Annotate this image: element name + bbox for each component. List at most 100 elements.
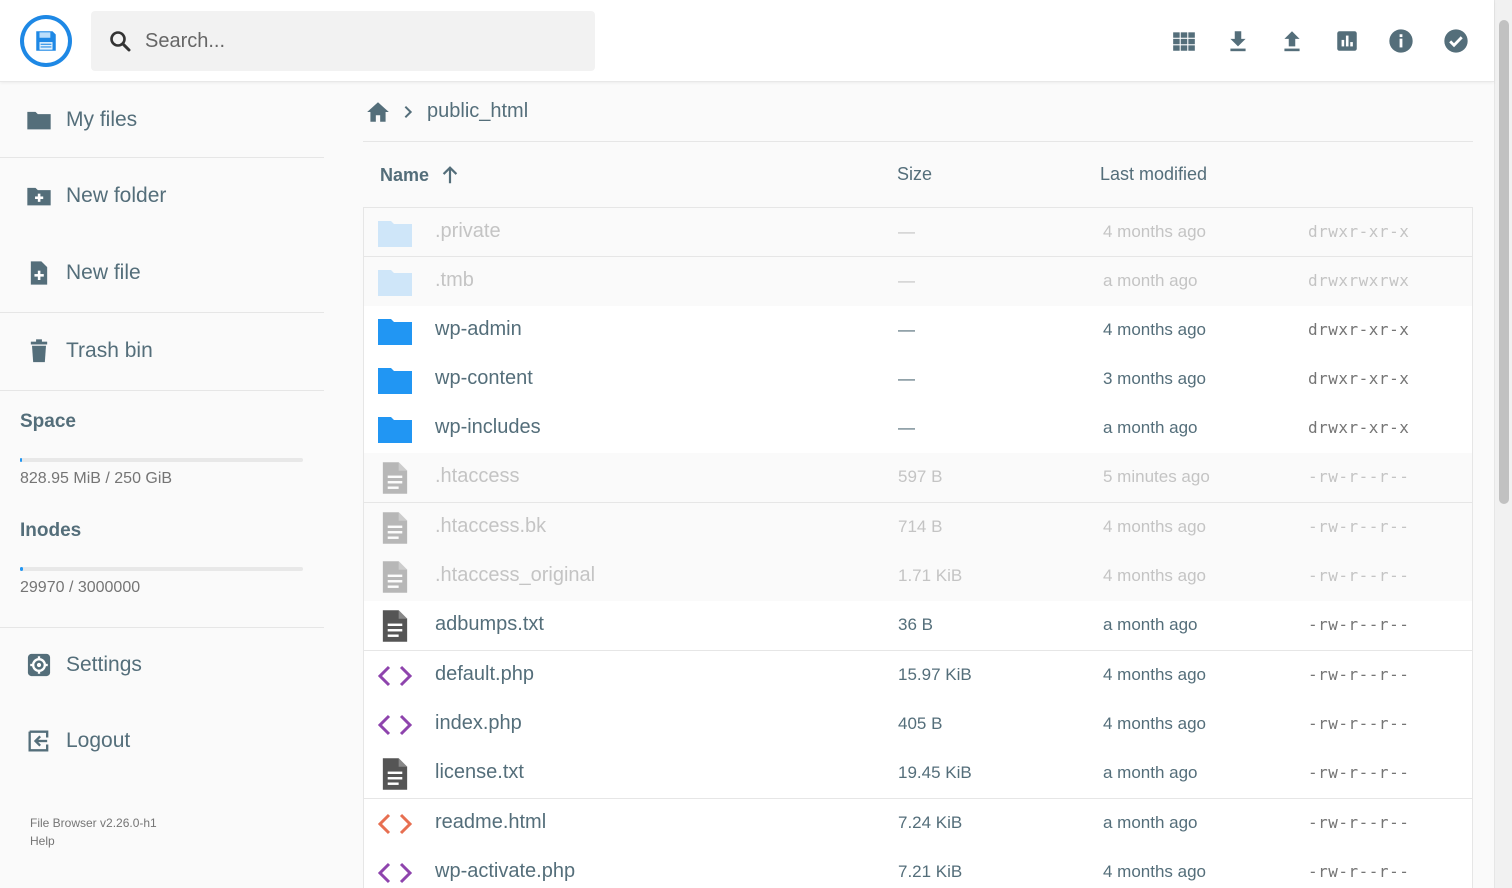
- file-row[interactable]: index.php 405 B 4 months ago -rw-r--r--: [363, 700, 1473, 750]
- space-progress-fill: [20, 458, 22, 462]
- text-file-icon: [377, 461, 413, 495]
- file-modified: 4 months ago: [1103, 517, 1207, 536]
- folder-icon: [377, 363, 413, 397]
- sidebar-item-my-files[interactable]: My files: [0, 82, 324, 158]
- file-size: 1.71 KiB: [898, 566, 963, 585]
- sidebar-item-trash-bin[interactable]: Trash bin: [0, 313, 324, 389]
- file-browser-logo[interactable]: [20, 15, 72, 67]
- info-button[interactable]: [1386, 26, 1416, 56]
- vertical-scrollbar[interactable]: [1494, 0, 1512, 888]
- file-permissions: drwxr-xr-x: [1308, 369, 1410, 388]
- logo-ring: [24, 19, 68, 63]
- file-name: license.txt: [435, 761, 524, 783]
- file-name: index.php: [435, 712, 522, 734]
- file-name: readme.html: [435, 811, 547, 833]
- file-permissions: -rw-r--r--: [1308, 862, 1410, 881]
- sidebar-item-label: Logout: [66, 729, 131, 752]
- code-file-icon: [377, 659, 413, 693]
- file-row[interactable]: wp-includes — a month ago drwxr-xr-x: [363, 404, 1473, 454]
- help-link[interactable]: Help: [30, 834, 55, 848]
- download-button[interactable]: [1223, 26, 1253, 56]
- folder-icon: [25, 106, 53, 134]
- file-permissions: -rw-r--r--: [1308, 714, 1410, 733]
- logout-icon: [25, 727, 53, 755]
- file-permissions: -rw-r--r--: [1308, 763, 1410, 782]
- search-box[interactable]: [91, 11, 595, 71]
- upload-button[interactable]: [1277, 26, 1307, 56]
- sidebar-item-label: New file: [66, 261, 141, 284]
- file-modified: a month ago: [1103, 763, 1198, 782]
- file-size: —: [898, 369, 915, 388]
- code-file-icon: [377, 807, 413, 841]
- file-row[interactable]: .private — 4 months ago drwxr-xr-x: [363, 207, 1473, 257]
- search-icon: [107, 28, 133, 54]
- bar-chart-icon: [1337, 31, 1357, 51]
- inodes-progress-fill: [20, 567, 23, 571]
- file-row[interactable]: default.php 15.97 KiB 4 months ago -rw-r--r…: [363, 651, 1473, 701]
- name-header-label: Name: [380, 164, 430, 185]
- file-row[interactable]: license.txt 19.45 KiB a month ago -rw-r--r-…: [363, 749, 1473, 799]
- file-modified: 4 months ago: [1103, 862, 1207, 881]
- text-file-icon: [377, 757, 413, 791]
- file-name: wp-admin: [435, 318, 522, 340]
- text-file-icon: [377, 609, 413, 643]
- grid-view-button[interactable]: [1169, 26, 1199, 56]
- folder-icon: [377, 265, 413, 299]
- app-header: [0, 0, 1494, 82]
- file-modified: a month ago: [1103, 813, 1198, 832]
- file-row[interactable]: .htaccess_original 1.71 KiB 4 months ago -r…: [363, 552, 1473, 602]
- sidebar-item-label: Trash bin: [66, 339, 153, 362]
- file-modified: a month ago: [1103, 271, 1198, 290]
- file-row[interactable]: readme.html 7.24 KiB a month ago -rw-r--r--: [363, 799, 1473, 849]
- modified-column-header[interactable]: Last modified: [1100, 164, 1207, 185]
- file-name: .htaccess_original: [435, 564, 596, 586]
- space-progress-bar: [20, 458, 303, 462]
- folder-icon: [377, 314, 413, 348]
- file-row[interactable]: .tmb — a month ago drwxrwxrwx: [363, 257, 1473, 307]
- select-multiple-button[interactable]: [1441, 26, 1471, 56]
- file-row[interactable]: wp-content — 3 months ago drwxr-xr-x: [363, 355, 1473, 405]
- file-row[interactable]: adbumps.txt 36 B a month ago -rw-r--r--: [363, 601, 1473, 651]
- file-size: —: [898, 418, 915, 437]
- floppy-disk-icon: [36, 31, 56, 51]
- disk-usage-button[interactable]: [1332, 26, 1362, 56]
- sidebar-item-new-file[interactable]: New file: [0, 235, 324, 311]
- version-text[interactable]: File Browser v2.26.0-h1: [30, 816, 157, 830]
- breadcrumb-current[interactable]: public_html: [427, 100, 528, 123]
- file-size: 7.21 KiB: [898, 862, 963, 881]
- file-name: adbumps.txt: [435, 613, 544, 635]
- file-row[interactable]: wp-admin — 4 months ago drwxr-xr-x: [363, 306, 1473, 356]
- inodes-progress-bar: [20, 567, 303, 571]
- sidebar-item-logout[interactable]: Logout: [0, 703, 324, 779]
- file-name: wp-content: [435, 367, 533, 389]
- file-permissions: drwxr-xr-x: [1308, 320, 1410, 339]
- sort-ascending-icon: [439, 164, 461, 186]
- file-row[interactable]: .htaccess.bk 714 B 4 months ago -rw-r--r--: [363, 503, 1473, 553]
- file-permissions: -rw-r--r--: [1308, 467, 1410, 486]
- file-permissions: -rw-r--r--: [1308, 566, 1410, 585]
- size-column-header[interactable]: Size: [897, 164, 932, 185]
- upload-icon: [1284, 31, 1300, 52]
- file-modified: 4 months ago: [1103, 714, 1207, 733]
- inodes-title: Inodes: [20, 520, 82, 541]
- file-name: .htaccess: [435, 465, 520, 487]
- sidebar-item-new-folder[interactable]: New folder: [0, 158, 324, 234]
- grid-view-icon: [1173, 32, 1195, 51]
- file-size: 19.45 KiB: [898, 763, 972, 782]
- space-value: 828.95 MiB / 250 GiB: [20, 470, 173, 487]
- search-input[interactable]: [145, 29, 565, 53]
- file-size: 7.24 KiB: [898, 813, 963, 832]
- file-row[interactable]: wp-activate.php 7.21 KiB 4 months ago -rw-r…: [363, 848, 1473, 888]
- sidebar-item-settings[interactable]: Settings: [0, 627, 324, 703]
- file-permissions: -rw-r--r--: [1308, 517, 1410, 536]
- code-file-icon: [377, 708, 413, 742]
- file-row[interactable]: .htaccess 597 B 5 minutes ago -rw-r--r--: [363, 453, 1473, 503]
- folder-icon: [377, 412, 413, 446]
- breadcrumb: public_html: [363, 82, 1473, 142]
- file-name: .htaccess.bk: [435, 515, 547, 537]
- scrollbar-thumb[interactable]: [1499, 20, 1509, 504]
- info-icon: [1389, 29, 1413, 53]
- name-column-header[interactable]: Name: [380, 164, 461, 186]
- home-icon[interactable]: [365, 99, 391, 125]
- download-icon: [1230, 31, 1246, 52]
